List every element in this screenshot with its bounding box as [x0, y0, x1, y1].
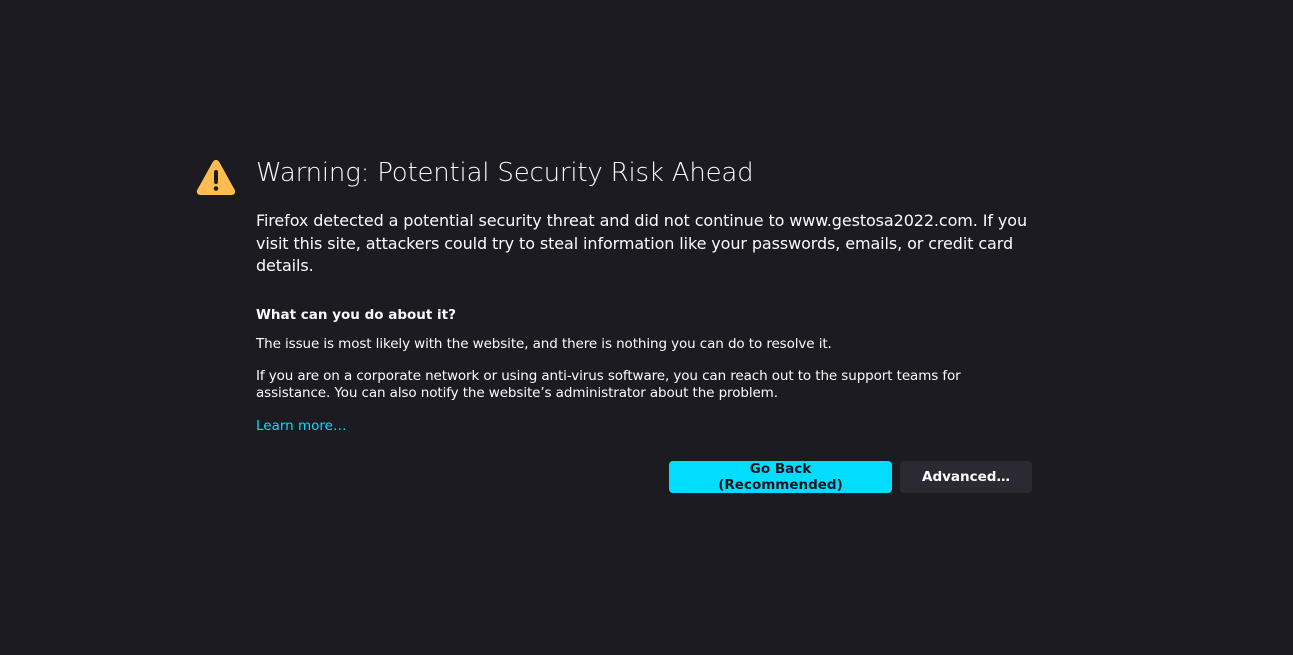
warning-triangle-icon: [196, 160, 236, 195]
go-back-button[interactable]: Go Back (Recommended): [669, 461, 892, 493]
error-description: Firefox detected a potential security th…: [256, 211, 1028, 275]
advice-paragraph-1: The issue is most likely with the websit…: [256, 335, 832, 352]
error-page: Warning: Potential Security Risk Ahead F…: [0, 0, 1293, 655]
error-content: Warning: Potential Security Risk Ahead F…: [256, 155, 1032, 435]
page-title: Warning: Potential Security Risk Ahead: [256, 158, 754, 188]
button-container: Go Back (Recommended) Advanced…: [669, 461, 1032, 493]
advice-paragraph-2: If you are on a corporate network or usi…: [256, 367, 961, 401]
advanced-button[interactable]: Advanced…: [900, 461, 1032, 493]
learn-more-link[interactable]: Learn more…: [256, 417, 347, 435]
what-can-you-do-heading: What can you do about it?: [256, 306, 456, 323]
